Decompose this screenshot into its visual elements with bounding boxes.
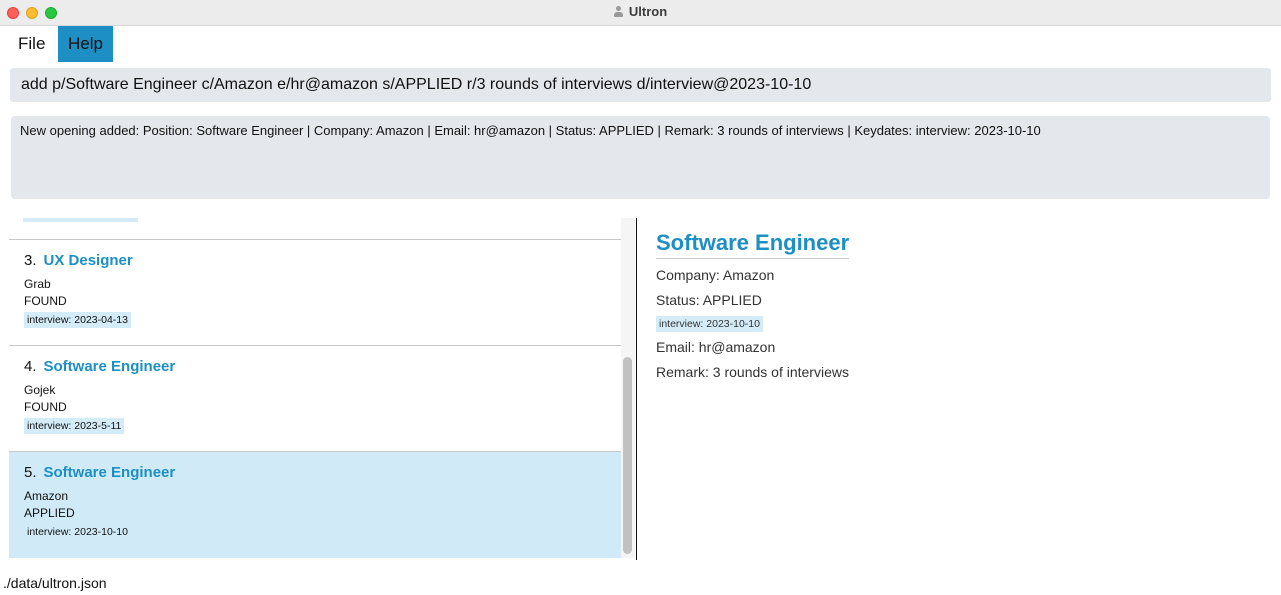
opening-index: 5. [24, 464, 37, 481]
opening-company: Gojek [24, 383, 56, 397]
status-bar-file-path: ./data/ultron.json [3, 575, 107, 591]
opening-card-title: 3. UX Designer [24, 252, 133, 269]
opening-card-3[interactable]: 3. UX Designer Grab FOUND interview: 2023… [9, 240, 621, 346]
opening-status: FOUND [24, 294, 67, 308]
detail-keydate-tag: interview: 2023-10-10 [656, 316, 763, 332]
opening-company: Amazon [24, 489, 69, 503]
detail-position-title: Software Engineer [656, 230, 850, 259]
detail-company: Company: Amazon [656, 267, 775, 283]
opening-card-title: 5. Software Engineer [24, 464, 175, 481]
list-scrollbar-thumb[interactable] [623, 357, 632, 554]
window-title: Ultron [0, 4, 1281, 19]
command-input[interactable] [10, 68, 1271, 102]
opening-card-5[interactable]: 5. Software Engineer Amazon APPLIED inter… [9, 452, 621, 558]
menu-bar: File Help [0, 26, 1281, 62]
opening-index: 4. [24, 358, 37, 375]
window-title-bar: Ultron [0, 0, 1281, 26]
detail-remark: Remark: 3 rounds of interviews [656, 364, 849, 380]
opening-list[interactable]: 3. UX Designer Grab FOUND interview: 2023… [9, 218, 621, 558]
keydate-tag: interview: 2023-10-10 [27, 526, 128, 538]
detail-email: Email: hr@amazon [656, 339, 776, 355]
menu-file[interactable]: File [8, 26, 55, 62]
opening-position: Software Engineer [43, 358, 176, 375]
partial-list-item [23, 218, 138, 222]
opening-card-title: 4. Software Engineer [24, 358, 175, 375]
keydate-tag: interview: 2023-5-11 [24, 418, 125, 434]
opening-status: APPLIED [24, 506, 75, 520]
detail-status: Status: APPLIED [656, 292, 762, 308]
keydate-tag: interview: 2023-04-13 [24, 312, 131, 328]
opening-position: Software Engineer [43, 464, 176, 481]
menu-help[interactable]: Help [58, 26, 113, 62]
opening-status: FOUND [24, 400, 67, 414]
opening-company: Grab [24, 277, 51, 291]
opening-position: UX Designer [43, 252, 133, 269]
panel-divider [636, 218, 637, 560]
opening-card-4[interactable]: 4. Software Engineer Gojek FOUND intervie… [9, 346, 621, 452]
result-display: New opening added: Position: Software En… [11, 116, 1270, 199]
result-text: New opening added: Position: Software En… [20, 123, 1041, 138]
app-user-icon [613, 6, 623, 17]
window-title-text: Ultron [628, 4, 668, 19]
opening-index: 3. [24, 252, 37, 269]
command-box [10, 68, 1271, 102]
